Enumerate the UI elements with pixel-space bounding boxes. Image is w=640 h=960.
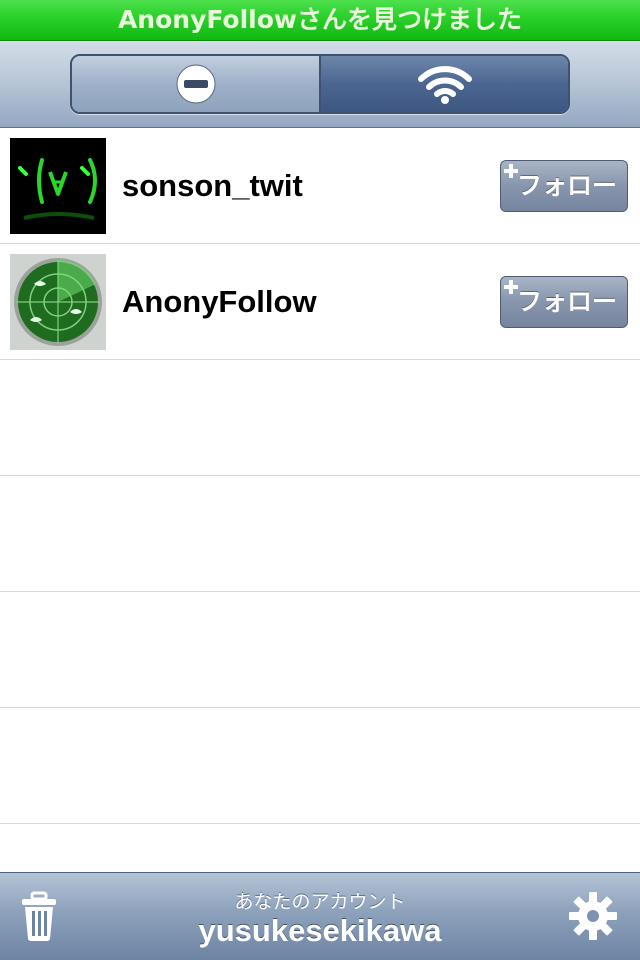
user-list: sonson_twit フォロー AnonyFollow フォロー <box>0 128 640 872</box>
status-banner-text: AnonyFollowさんを見つけました <box>117 5 523 34</box>
top-toolbar <box>0 41 640 128</box>
bottom-toolbar: あなたのアカウント yusukesekikawa <box>0 872 640 960</box>
account-name: yusukesekikawa <box>198 913 442 948</box>
wifi-icon <box>417 66 472 104</box>
follow-button-label: フォロー <box>516 287 617 316</box>
radar-avatar <box>10 254 106 350</box>
user-row[interactable]: sonson_twit フォロー <box>0 128 640 244</box>
kaomoji-avatar <box>10 138 106 234</box>
minus-circle-icon <box>176 64 215 104</box>
gear-icon <box>569 892 617 940</box>
empty-row <box>0 360 640 476</box>
empty-row <box>0 592 640 708</box>
account-caption: あなたのアカウント <box>234 891 406 913</box>
follow-button[interactable]: フォロー <box>500 160 628 212</box>
status-banner: AnonyFollowさんを見つけました <box>0 0 640 41</box>
plus-icon <box>504 164 518 178</box>
segment-stop[interactable] <box>72 56 321 112</box>
app-screen: AnonyFollowさんを見つけました sonson_twit フォロー An… <box>0 0 640 960</box>
follow-button-label: フォロー <box>516 171 617 200</box>
follow-button[interactable]: フォロー <box>500 276 628 328</box>
user-name: AnonyFollow <box>122 284 317 319</box>
mode-segmented-control <box>70 54 570 114</box>
empty-row <box>0 708 640 824</box>
user-row[interactable]: AnonyFollow フォロー <box>0 244 640 360</box>
empty-row <box>0 476 640 592</box>
plus-icon <box>504 280 518 294</box>
settings-button[interactable] <box>568 891 618 941</box>
user-name: sonson_twit <box>122 168 303 203</box>
segment-broadcast[interactable] <box>321 56 568 112</box>
